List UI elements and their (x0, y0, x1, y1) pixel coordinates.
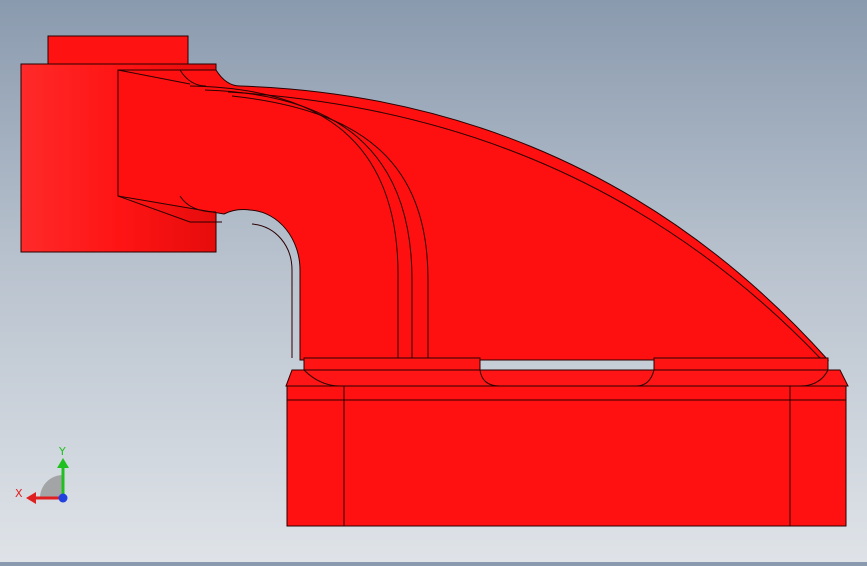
base-block (286, 385, 847, 527)
model-view-svg[interactable]: Y X (0, 0, 867, 562)
base-pad-left (303, 357, 481, 371)
triad-x-arrow (26, 492, 36, 504)
base-fillet-strip (285, 369, 849, 387)
triad-z-axis-dot (58, 493, 68, 503)
triad-y-label: Y (58, 445, 66, 458)
cad-graphics-viewport[interactable]: Y X (0, 0, 867, 562)
triad-x-label: X (15, 487, 23, 500)
triad-y-arrow (57, 458, 69, 468)
elbow-inner-fillet (251, 223, 293, 358)
reference-triad[interactable]: Y X (15, 445, 69, 504)
triad-plane-quadrant (40, 475, 63, 498)
base-pad-right (653, 357, 829, 371)
elbow-arm (117, 69, 830, 361)
top-boss (47, 35, 189, 65)
part-body[interactable] (20, 35, 849, 527)
